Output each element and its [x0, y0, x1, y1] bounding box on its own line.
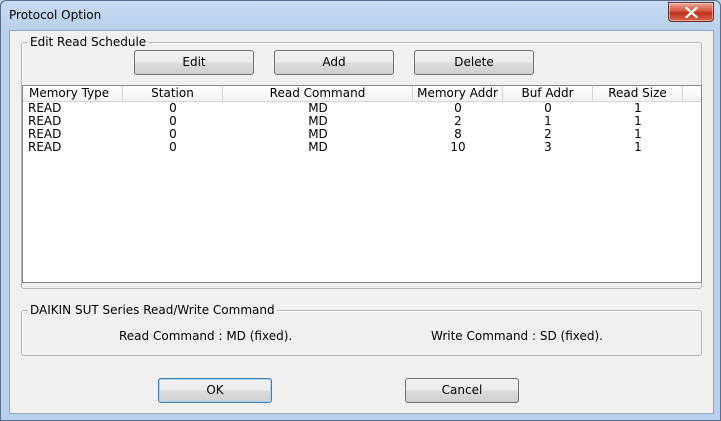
cell-buf-addr: 0 — [544, 102, 552, 115]
list-header: Memory Type Station Read Command Memory … — [23, 86, 701, 102]
cell-buf-addr: 3 — [544, 141, 552, 154]
cell-memory-type: READ — [28, 128, 62, 141]
cell-read-command: MD — [308, 102, 328, 115]
table-row[interactable]: READ 0 MD 10 3 1 — [23, 141, 701, 154]
cancel-button[interactable]: Cancel — [405, 378, 519, 403]
add-button[interactable]: Add — [274, 50, 394, 75]
read-schedule-group-label: Edit Read Schedule — [28, 35, 149, 49]
cell-memory-addr: 8 — [454, 128, 462, 141]
column-header-buf-addr[interactable]: Buf Addr — [503, 86, 593, 102]
command-info-group-label: DAIKIN SUT Series Read/Write Command — [28, 303, 277, 317]
read-schedule-list[interactable]: Memory Type Station Read Command Memory … — [22, 85, 702, 283]
column-header-read-command[interactable]: Read Command — [223, 86, 413, 102]
cell-memory-type: READ — [28, 141, 62, 154]
column-header-station[interactable]: Station — [123, 86, 223, 102]
cell-memory-type: READ — [28, 115, 62, 128]
cell-read-command: MD — [308, 128, 328, 141]
read-command-text: Read Command : MD (fixed). — [119, 329, 293, 343]
cell-read-size: 1 — [634, 115, 642, 128]
window-title: Protocol Option — [9, 8, 102, 22]
cell-station: 0 — [169, 115, 177, 128]
cell-station: 0 — [169, 128, 177, 141]
title-bar[interactable]: Protocol Option — [1, 1, 720, 30]
cell-station: 0 — [169, 141, 177, 154]
cell-read-size: 1 — [634, 102, 642, 115]
column-header-read-size[interactable]: Read Size — [593, 86, 683, 102]
table-row[interactable]: READ 0 MD 8 2 1 — [23, 128, 701, 141]
cell-memory-addr: 10 — [450, 141, 466, 154]
delete-button[interactable]: Delete — [414, 50, 534, 75]
write-command-text: Write Command : SD (fixed). — [431, 329, 603, 343]
cell-memory-type: READ — [28, 102, 62, 115]
list-body: READ 0 MD 0 0 1 READ 0 MD 2 1 1 READ 0 M… — [23, 102, 701, 154]
cell-memory-addr: 2 — [454, 115, 462, 128]
close-button[interactable] — [668, 2, 714, 22]
cell-read-command: MD — [308, 115, 328, 128]
table-row[interactable]: READ 0 MD 0 0 1 — [23, 102, 701, 115]
edit-button[interactable]: Edit — [134, 50, 254, 75]
cell-read-size: 1 — [634, 141, 642, 154]
close-icon — [685, 7, 698, 18]
cell-buf-addr: 2 — [544, 128, 552, 141]
cell-read-size: 1 — [634, 128, 642, 141]
dialog-client-area: Edit Read Schedule Edit Add Delete Memor… — [9, 30, 714, 414]
protocol-option-dialog: Protocol Option Edit Read Schedule Edit … — [0, 0, 721, 421]
ok-button[interactable]: OK — [158, 378, 272, 403]
column-header-memory-addr[interactable]: Memory Addr — [413, 86, 503, 102]
cell-memory-addr: 0 — [454, 102, 462, 115]
column-header-memory-type[interactable]: Memory Type — [23, 86, 123, 102]
table-row[interactable]: READ 0 MD 2 1 1 — [23, 115, 701, 128]
cell-buf-addr: 1 — [544, 115, 552, 128]
cell-station: 0 — [169, 102, 177, 115]
cell-read-command: MD — [308, 141, 328, 154]
